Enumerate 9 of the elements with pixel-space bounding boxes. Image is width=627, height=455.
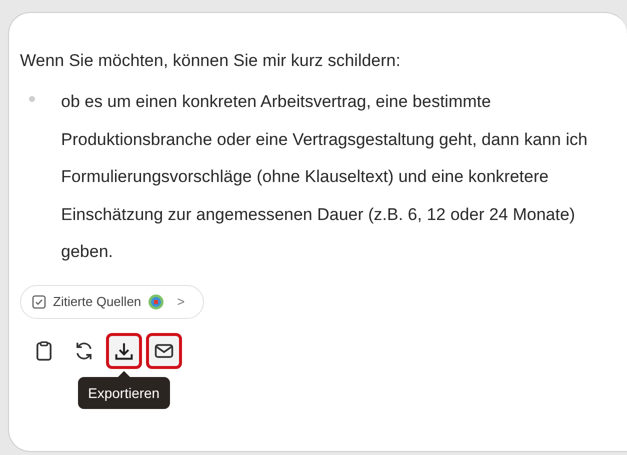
bullet-icon: [29, 96, 35, 102]
export-button[interactable]: [106, 332, 142, 369]
message-text: Wenn Sie möchten, können Sie mir kurz schildern:: [20, 51, 402, 71]
cited-sources-button[interactable]: Zitierte Quellen >: [20, 284, 204, 319]
globe-icon: [148, 294, 164, 310]
checkbox-icon: [32, 294, 46, 309]
tooltip: Exportieren: [78, 376, 170, 409]
mail-button[interactable]: [146, 332, 182, 369]
bullet-text: ob es um einen konkreten Arbeitsvertrag, eine bestimmte Produktionsbranche oder eine Vertragsgestaltung geht, dann kann ich Formulierungsvorschläge (ohne Klauseltext) und eine konkretere Einschätzung zur angemessenen Dauer (z.B. 6, 12 oder 24 Monate) geben.: [61, 91, 588, 264]
